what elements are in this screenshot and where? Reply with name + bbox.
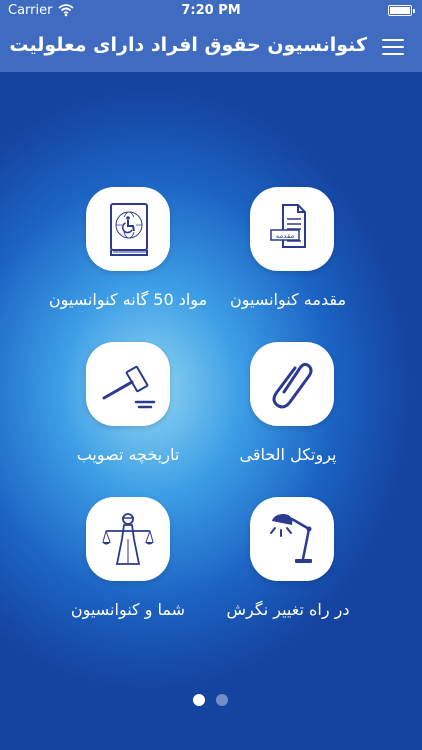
tile-label: مواد 50 گانه کنوانسیون xyxy=(48,290,208,309)
battery-icon xyxy=(388,5,415,16)
tile-icon-box[interactable] xyxy=(250,497,334,581)
paperclip-icon xyxy=(272,362,313,409)
book-icon xyxy=(110,203,148,256)
tile-icon-box[interactable] xyxy=(86,342,170,426)
document-icon-text: مقدمه xyxy=(276,232,295,240)
nav-bar: کنوانسیون حقوق افراد دارای معلولیت xyxy=(0,22,422,72)
document-icon: مقدمه xyxy=(270,204,306,248)
tile-label: شما و کنوانسیون xyxy=(70,600,186,619)
screen: Carrier 7:20 PM کنوانسیون حقوق افراد دار… xyxy=(0,0,422,750)
gavel-icon xyxy=(102,365,156,409)
tile-icon-box[interactable]: مقدمه xyxy=(250,187,334,271)
status-bar: Carrier 7:20 PM xyxy=(0,0,422,22)
lamp-icon xyxy=(270,514,312,563)
tile-label: تاریخچه تصویب xyxy=(76,445,180,464)
status-time: 7:20 PM xyxy=(181,3,241,18)
menu-icon[interactable] xyxy=(382,39,404,55)
page-title: کنوانسیون حقوق افراد دارای معلولیت xyxy=(9,34,367,56)
page-dot[interactable] xyxy=(216,694,228,706)
page-dot-active[interactable] xyxy=(193,694,205,706)
justice-icon xyxy=(102,513,154,565)
tile-icon-box[interactable] xyxy=(86,187,170,271)
tile-icon-box[interactable] xyxy=(86,497,170,581)
tile-icon-box[interactable] xyxy=(250,342,334,426)
